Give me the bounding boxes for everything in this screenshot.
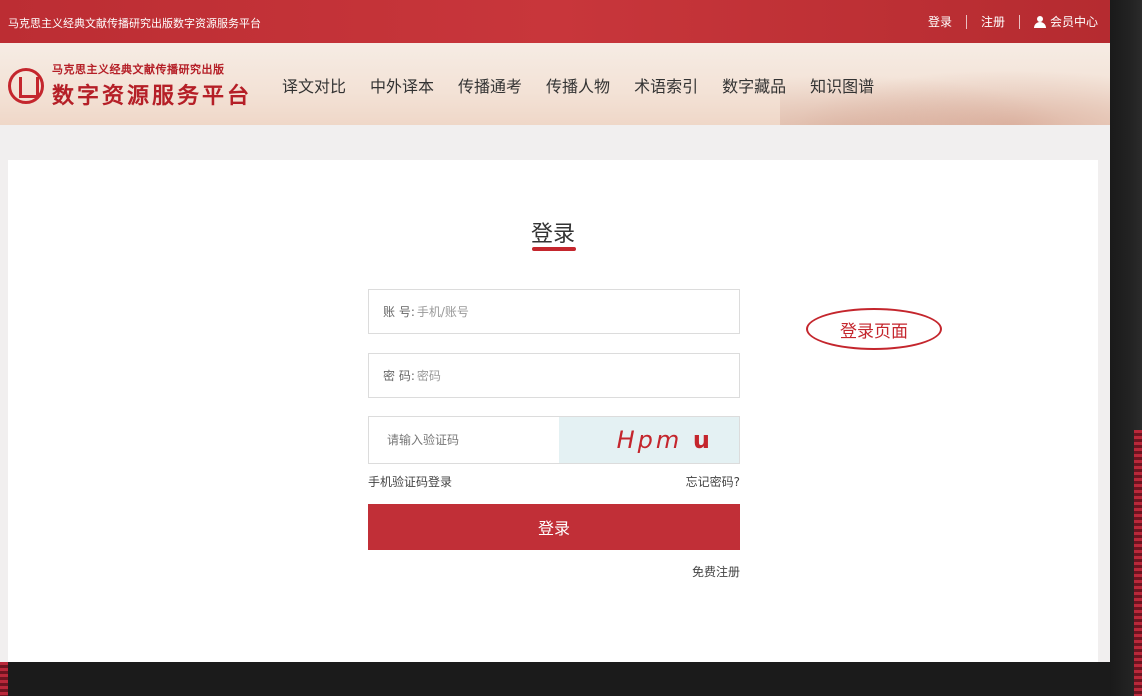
captcha-text: Hpm [616, 426, 683, 454]
captcha-text-bold: u [692, 426, 713, 454]
account-field[interactable]: 账 号: [368, 289, 740, 334]
nav-item-figures[interactable]: 传播人物 [546, 73, 610, 97]
captcha-input[interactable] [387, 433, 547, 447]
logo-title: 数字资源服务平台 [52, 83, 253, 109]
site-logo[interactable]: 马克思主义经典文献传播研究出版 数字资源服务平台 [8, 61, 252, 110]
free-register-link[interactable]: 免费注册 [368, 563, 740, 580]
captcha-row: Hpm u [368, 416, 740, 464]
login-title: 登录 [530, 222, 575, 247]
frame-edge-right [1110, 0, 1142, 696]
account-label: 账 号: [383, 305, 415, 319]
login-button[interactable]: 登录 [368, 504, 740, 550]
sms-login-link[interactable]: 手机验证码登录 [368, 473, 452, 490]
nav-item-translations[interactable]: 中外译本 [370, 73, 434, 97]
main-nav: 译文对比 中外译本 传播通考 传播人物 术语索引 数字藏品 知识图谱 [282, 73, 898, 97]
captcha-input-wrap[interactable] [369, 417, 559, 463]
nav-item-digital-collection[interactable]: 数字藏品 [722, 73, 786, 97]
site-name: 马克思主义经典文献传播研究出版数字资源服务平台 [8, 17, 261, 30]
nav-item-term-index[interactable]: 术语索引 [634, 73, 698, 97]
annotation-callout: 登录页面 [806, 308, 942, 350]
top-bar: 马克思主义经典文献传播研究出版数字资源服务平台 登录 注册 会员中心 [0, 0, 1110, 43]
password-label: 密 码: [383, 369, 415, 383]
site-header: 马克思主义经典文献传播研究出版 数字资源服务平台 译文对比 中外译本 传播通考 … [0, 43, 1110, 125]
top-register-link[interactable]: 注册 [981, 13, 1005, 30]
password-input[interactable] [416, 368, 667, 383]
login-card: 登录 账 号: 密 码: Hpm u 手机验证码登录 忘记密码? 登录 免费注册… [8, 160, 1098, 662]
captcha-image[interactable]: Hpm u [559, 417, 739, 463]
user-icon [1033, 15, 1046, 28]
divider [965, 14, 967, 29]
top-links: 登录 注册 会员中心 [928, 13, 1098, 30]
logo-icon [8, 67, 44, 104]
password-field[interactable]: 密 码: [368, 353, 740, 398]
member-center-label: 会员中心 [1049, 15, 1098, 29]
top-login-link[interactable]: 登录 [928, 13, 952, 30]
divider [1018, 14, 1020, 29]
nav-item-dissemination[interactable]: 传播通考 [458, 73, 522, 97]
forgot-password-link[interactable]: 忘记密码? [686, 473, 740, 490]
browser-screen: 马克思主义经典文献传播研究出版数字资源服务平台 登录 注册 会员中心 马克思主义… [0, 0, 1110, 662]
frame-edge-left [0, 662, 8, 696]
member-center-link[interactable]: 会员中心 [1033, 13, 1098, 30]
title-underline [532, 247, 576, 251]
account-input[interactable] [416, 304, 667, 319]
nav-item-knowledge-graph[interactable]: 知识图谱 [810, 73, 874, 97]
nav-item-translation-compare[interactable]: 译文对比 [282, 73, 346, 97]
logo-subtitle: 马克思主义经典文献传播研究出版 [52, 63, 225, 76]
